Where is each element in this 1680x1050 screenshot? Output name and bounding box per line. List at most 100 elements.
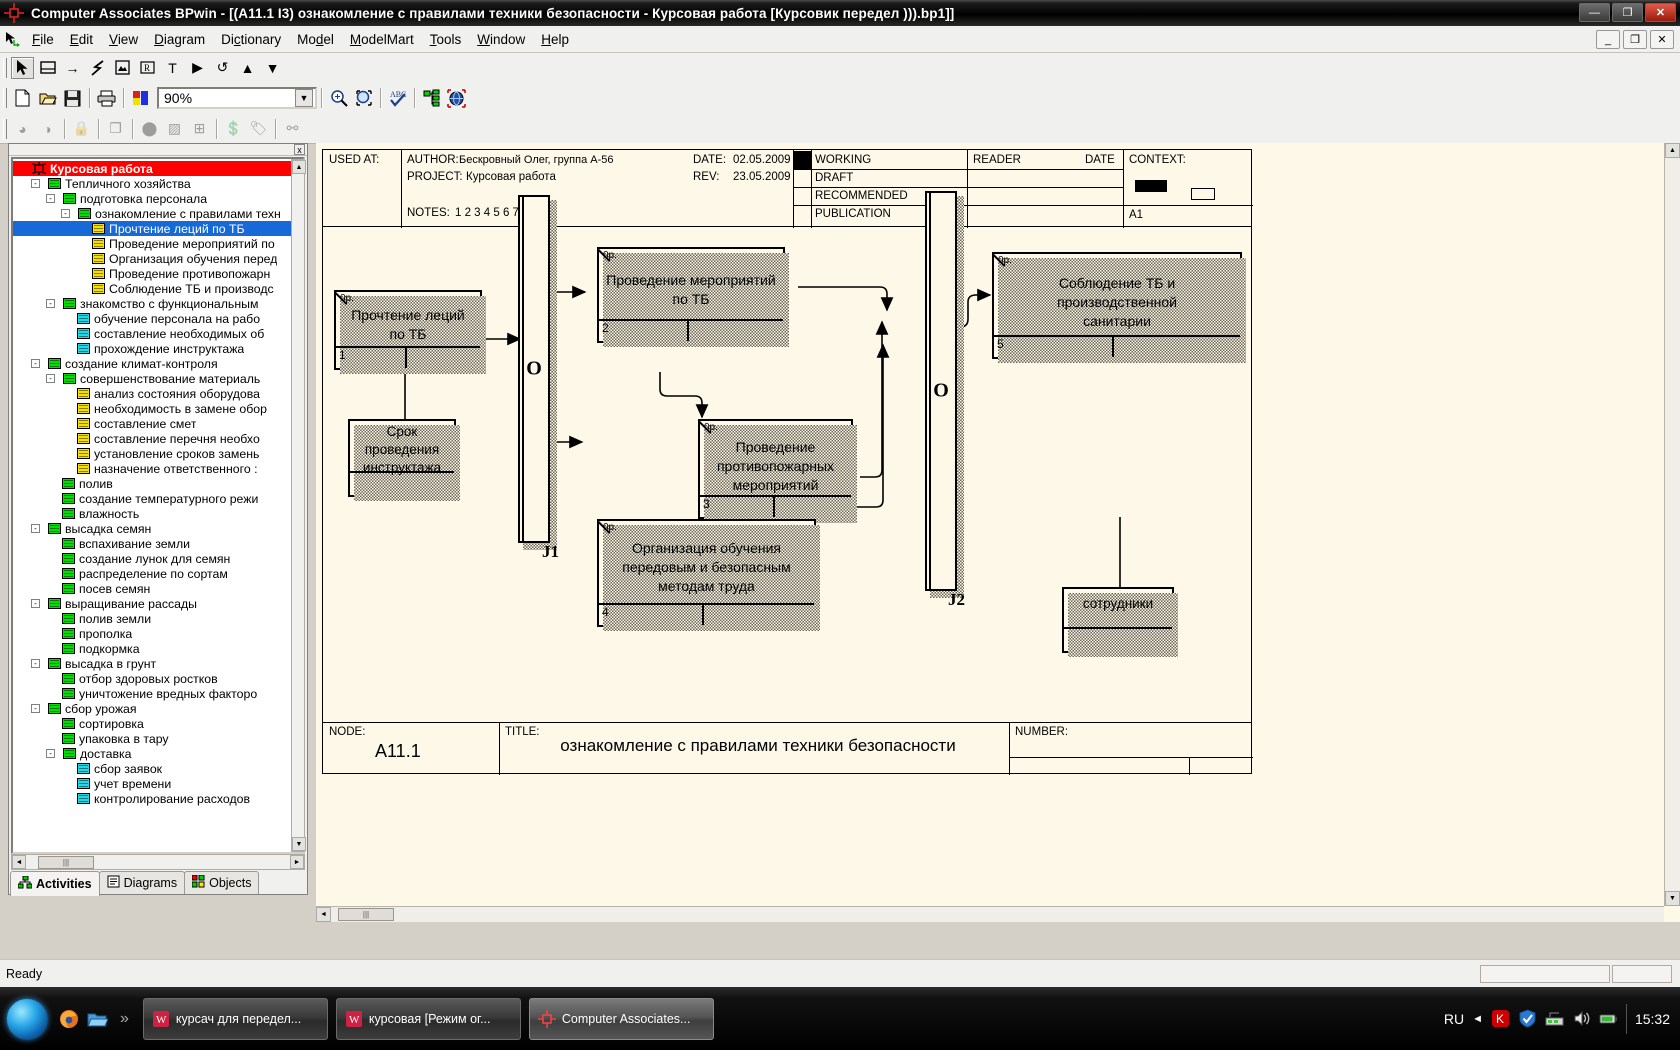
- activity-box-2[interactable]: 0р. Проведение мероприятийпо ТБ 2: [597, 247, 785, 343]
- toolbar-grip[interactable]: [3, 88, 7, 108]
- tree-item[interactable]: прополка: [16, 626, 303, 641]
- tree-item[interactable]: сбор заявок: [16, 761, 303, 776]
- volume-icon[interactable]: [1572, 1009, 1591, 1028]
- taskbar-button[interactable]: Computer Associates...: [529, 998, 714, 1040]
- spell-check-icon[interactable]: ABC: [386, 87, 409, 109]
- folder-icon[interactable]: [86, 1008, 108, 1030]
- firefox-icon[interactable]: [58, 1008, 80, 1030]
- close-icon[interactable]: x: [294, 144, 305, 155]
- tree-item[interactable]: Проведение противопожарн: [16, 266, 303, 281]
- tree-item[interactable]: необходимость в замене обор: [16, 401, 303, 416]
- activity-tree[interactable]: Курсовая работа-Тепличного хозяйства-под…: [11, 157, 305, 854]
- arrow-tool-icon[interactable]: →: [61, 57, 84, 79]
- scroll-thumb[interactable]: |||: [338, 908, 394, 921]
- tree-item[interactable]: назначение ответственного :: [16, 461, 303, 476]
- scroll-thumb[interactable]: |||: [38, 856, 94, 869]
- color-palette-icon[interactable]: [129, 87, 152, 109]
- tree-item[interactable]: вспахивание земли: [16, 536, 303, 551]
- tree-item[interactable]: учет времени: [16, 776, 303, 791]
- chevron-down-icon[interactable]: ▼: [295, 89, 313, 107]
- tree-horizontal-scrollbar[interactable]: ◄ ||| ►: [11, 854, 305, 870]
- pointer-icon[interactable]: [11, 57, 34, 79]
- tree-expander-icon[interactable]: -: [31, 359, 40, 368]
- go-to-child-icon[interactable]: ▶: [186, 57, 209, 79]
- tree-item[interactable]: Прочтение леций по ТБ: [13, 221, 303, 236]
- tree-item[interactable]: сортировка: [16, 716, 303, 731]
- toolbar-grip[interactable]: [3, 58, 7, 78]
- tray-expand-icon[interactable]: ◄: [1472, 1013, 1483, 1025]
- tree-item[interactable]: отбор здоровых ростков: [16, 671, 303, 686]
- open-folder-icon[interactable]: [36, 87, 59, 109]
- tree-item[interactable]: полив земли: [16, 611, 303, 626]
- mdi-minimize-button[interactable]: _: [1596, 30, 1620, 49]
- language-indicator[interactable]: RU: [1444, 1011, 1464, 1027]
- network-icon[interactable]: [1545, 1009, 1564, 1028]
- tree-item[interactable]: влажность: [16, 506, 303, 521]
- scroll-up-icon[interactable]: ▲: [1665, 143, 1680, 158]
- tree-item[interactable]: полив: [16, 476, 303, 491]
- tree-item[interactable]: -сбор урожая: [16, 701, 303, 716]
- tree-item[interactable]: установление сроков замень: [16, 446, 303, 461]
- activity-box-icon[interactable]: [36, 57, 59, 79]
- tree-item[interactable]: Курсовая работа: [13, 161, 303, 176]
- tree-item[interactable]: -создание климат-контроля: [16, 356, 303, 371]
- tree-item[interactable]: -знакомство с функциональным: [16, 296, 303, 311]
- tree-expander-icon[interactable]: -: [46, 194, 55, 203]
- scroll-down-icon[interactable]: ▼: [1665, 891, 1680, 906]
- menu-item-edit[interactable]: Edit: [62, 29, 101, 50]
- tree-item[interactable]: уничтожение вредных факторо: [16, 686, 303, 701]
- minimize-button[interactable]: —: [1579, 3, 1610, 22]
- scroll-right-icon[interactable]: ►: [290, 855, 304, 869]
- taskbar-button[interactable]: Wкурсовая [Режим ог...: [336, 998, 521, 1040]
- tree-item[interactable]: анализ состояния оборудова: [16, 386, 303, 401]
- tree-expander-icon[interactable]: -: [31, 179, 40, 188]
- tree-item[interactable]: Соблюдение ТБ и производс: [16, 281, 303, 296]
- print-icon[interactable]: [95, 87, 118, 109]
- close-button[interactable]: ✕: [1645, 3, 1676, 22]
- scroll-up-icon[interactable]: ▲: [292, 160, 306, 174]
- menu-item-tools[interactable]: Tools: [422, 29, 470, 50]
- tree-item[interactable]: упаковка в тару: [16, 731, 303, 746]
- scroll-left-icon[interactable]: ◄: [12, 855, 26, 869]
- tree-item[interactable]: распределение по сортам: [16, 566, 303, 581]
- menu-item-model[interactable]: Model: [289, 29, 342, 50]
- menu-item-diagram[interactable]: Diagram: [146, 29, 213, 50]
- menu-item-modelmart[interactable]: ModelMart: [342, 29, 422, 50]
- tree-item[interactable]: прохождение инструктажа: [16, 341, 303, 356]
- tree-expander-icon[interactable]: -: [31, 704, 40, 713]
- kaspersky-icon[interactable]: K: [1491, 1009, 1510, 1028]
- activity-box-4[interactable]: 0р. Организация обученияпередовым и безо…: [597, 519, 816, 627]
- diagram-horizontal-scrollbar[interactable]: ◄ |||: [316, 906, 1664, 922]
- diagram-workspace[interactable]: ▲ ▼ ◄ ||| USED AT: AUTHOR: Бескровный Ол…: [316, 143, 1680, 922]
- taskbar-button[interactable]: Wкурсач для передел...: [143, 998, 328, 1040]
- tab-objects[interactable]: Objects: [184, 871, 259, 894]
- zoom-in-icon[interactable]: [327, 87, 350, 109]
- tree-item[interactable]: составление перечня необхо: [16, 431, 303, 446]
- undo-arrow-icon[interactable]: ↺: [211, 57, 234, 79]
- tree-item[interactable]: Проведение мероприятий по: [16, 236, 303, 251]
- tree-item[interactable]: подкормка: [16, 641, 303, 656]
- start-orb-icon[interactable]: [6, 998, 48, 1040]
- junction-j1[interactable]: O: [518, 195, 550, 543]
- save-disk-icon[interactable]: [61, 87, 84, 109]
- quick-launch-chevron[interactable]: »: [120, 1010, 129, 1028]
- tree-expander-icon[interactable]: -: [46, 749, 55, 758]
- mdi-restore-button[interactable]: ❐: [1623, 30, 1647, 49]
- tree-item[interactable]: -Тепличного хозяйства: [16, 176, 303, 191]
- reference-icon[interactable]: R: [136, 57, 159, 79]
- tree-expander-icon[interactable]: -: [46, 374, 55, 383]
- tree-expander-icon[interactable]: -: [31, 599, 40, 608]
- model-explorer-icon[interactable]: [420, 87, 443, 109]
- tree-item[interactable]: посев семян: [16, 581, 303, 596]
- tree-item[interactable]: -ознакомление с правилами техн: [16, 206, 303, 221]
- shield-icon[interactable]: [1518, 1009, 1537, 1028]
- mdi-close-button[interactable]: ✕: [1650, 30, 1674, 49]
- idef0-diagram[interactable]: USED AT: AUTHOR: Бескровный Олег, группа…: [320, 147, 1252, 802]
- tree-item[interactable]: -подготовка персонала: [16, 191, 303, 206]
- tab-activities[interactable]: Activities: [10, 871, 100, 896]
- data-box-employees[interactable]: сотрудники: [1062, 587, 1174, 653]
- tree-item[interactable]: создание лунок для семян: [16, 551, 303, 566]
- toolbar-grip[interactable]: [3, 119, 7, 139]
- menu-item-file[interactable]: File: [24, 29, 62, 50]
- move-down-icon[interactable]: ▼: [261, 57, 284, 79]
